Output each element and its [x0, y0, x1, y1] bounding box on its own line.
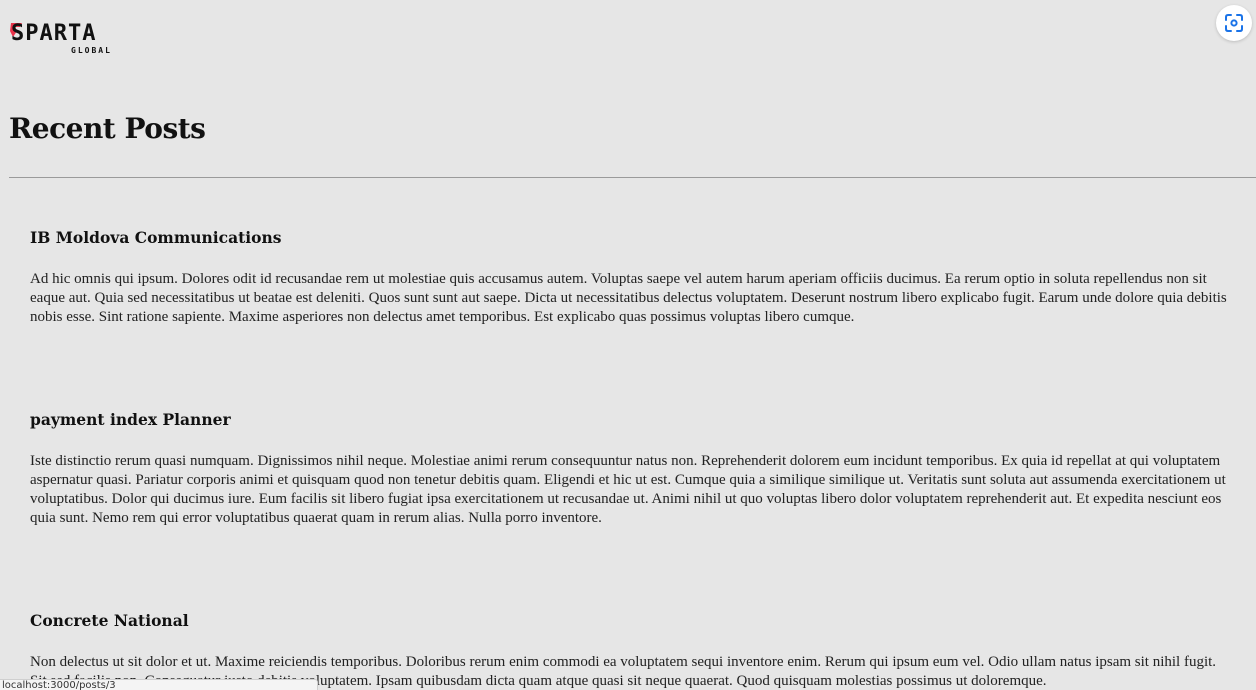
post-item: payment index Planner Iste distinctio re… — [30, 410, 1230, 528]
screenshot-lens-button[interactable] — [1216, 5, 1252, 41]
page: SPARTA GLOBAL Recent Posts IB Moldova Co… — [0, 0, 1256, 690]
post-body: Ad hic omnis qui ipsum. Dolores odit id … — [30, 271, 1227, 325]
sparta-global-logo[interactable]: SPARTA GLOBAL — [9, 17, 119, 59]
screenshot-lens-icon — [1225, 14, 1243, 32]
post-body: Iste distinctio rerum quasi numquam. Dig… — [30, 453, 1226, 526]
logo-wordmark: SPARTA — [11, 21, 97, 46]
post-title-link[interactable]: Concrete National — [30, 611, 1230, 631]
page-title: Recent Posts — [9, 112, 206, 145]
post-title-link[interactable]: IB Moldova Communications — [30, 228, 1230, 248]
link-status-bar: localhost:3000/posts/3 — [0, 679, 318, 690]
post-title-link[interactable]: payment index Planner — [30, 410, 1230, 430]
title-divider — [9, 177, 1256, 178]
post-item: IB Moldova Communications Ad hic omnis q… — [30, 228, 1230, 327]
logo-subtext: GLOBAL — [71, 46, 112, 55]
